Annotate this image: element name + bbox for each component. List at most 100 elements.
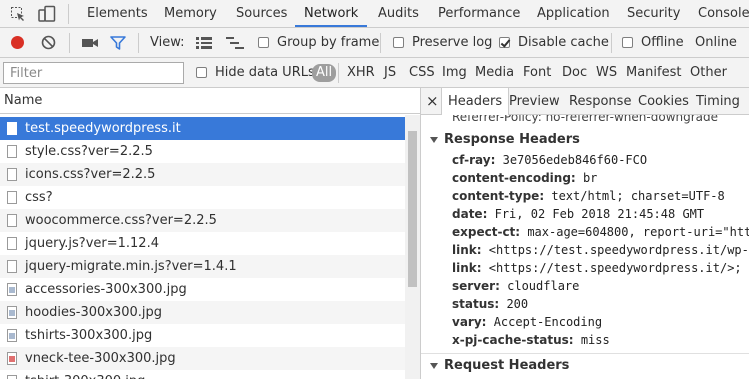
close-details-button[interactable]: × (426, 88, 439, 114)
request-row[interactable]: tshirts-300x300.jpg (0, 324, 405, 347)
type-filter-img[interactable]: Img (439, 64, 470, 82)
request-row[interactable]: icons.css?ver=2.2.5 (0, 163, 405, 186)
header-row: content-encoding: br (452, 170, 597, 186)
request-name: style.css?ver=2.2.5 (25, 144, 153, 159)
waterfall-overview-icon[interactable] (226, 37, 244, 49)
header-key: date: (452, 207, 488, 221)
details-tab-bar: × Headers Preview Response Cookies Timin… (421, 88, 749, 115)
tab-response[interactable]: Response (569, 88, 631, 114)
response-headers-title: Response Headers (444, 132, 580, 147)
tab-preview[interactable]: Preview (509, 88, 560, 114)
request-name: jquery-migrate.min.js?ver=1.4.1 (25, 259, 237, 274)
type-filter-other[interactable]: Other (687, 64, 730, 82)
image-file-icon (7, 306, 17, 319)
tab-memory[interactable]: Memory (164, 0, 217, 27)
header-value: 3e7056edeb846f60-FCO (502, 153, 648, 167)
tab-console[interactable]: Console (698, 0, 749, 27)
header-key: link: (452, 261, 482, 275)
hide-data-urls-label: Hide data URLs (215, 65, 315, 80)
request-name: hoodies-300x300.jpg (25, 305, 163, 320)
tab-elements[interactable]: Elements (87, 0, 148, 27)
request-name: tshirts-300x300.jpg (25, 328, 153, 343)
request-row[interactable]: woocommerce.css?ver=2.2.5 (0, 209, 405, 232)
request-row[interactable]: jquery.js?ver=1.12.4 (0, 232, 405, 255)
header-key: content-type: (452, 189, 545, 203)
request-row[interactable]: accessories-300x300.jpg (0, 278, 405, 301)
request-row[interactable]: style.css?ver=2.2.5 (0, 140, 405, 163)
offline-checkbox[interactable] (622, 37, 633, 48)
type-filter-ws[interactable]: WS (593, 64, 620, 82)
response-headers-section[interactable]: Response Headers (430, 132, 580, 147)
group-by-frame-checkbox[interactable] (258, 37, 269, 48)
type-filter-font[interactable]: Font (520, 64, 554, 82)
filter-bar: Hide data URLs All XHR JS CSS Img Media … (0, 58, 749, 88)
type-filter-manifest[interactable]: Manifest (623, 64, 684, 82)
header-value: br (582, 171, 598, 185)
request-name: icons.css?ver=2.2.5 (25, 167, 156, 182)
filter-icon[interactable] (110, 36, 126, 50)
request-name: accessories-300x300.jpg (25, 282, 187, 297)
type-filter-js[interactable]: JS (381, 64, 399, 82)
network-toolbar: View: Group by frame Preserve log Disabl… (0, 28, 749, 58)
toolbar-divider (338, 63, 339, 83)
preserve-log-label: Preserve log (412, 35, 493, 50)
tab-application[interactable]: Application (537, 0, 610, 27)
device-toolbar-icon[interactable] (38, 5, 56, 23)
name-column-header[interactable]: Name (0, 88, 420, 114)
disable-cache-checkbox[interactable] (499, 37, 510, 48)
request-list-scrollbar-thumb[interactable] (408, 131, 417, 287)
header-key: status: (452, 297, 500, 311)
type-filter-css[interactable]: CSS (406, 64, 438, 82)
tab-cookies[interactable]: Cookies (638, 88, 689, 114)
header-value: Accept-Encoding (493, 315, 603, 329)
tab-headers[interactable]: Headers (441, 88, 510, 115)
screenshot-camera-icon[interactable] (82, 37, 98, 49)
throttling-select[interactable]: Online (695, 35, 737, 51)
request-row[interactable]: jquery-migrate.min.js?ver=1.4.1 (0, 255, 405, 278)
large-rows-icon[interactable] (196, 37, 212, 49)
request-row[interactable]: test.speedywordpress.it (0, 117, 405, 140)
request-headers-section[interactable]: Request Headers (430, 358, 569, 373)
filter-input[interactable] (3, 62, 184, 84)
tab-performance[interactable]: Performance (438, 0, 520, 27)
script-file-icon (7, 237, 17, 250)
image-file-icon (7, 283, 17, 296)
request-name: vneck-tee-300x300.jpg (25, 351, 176, 366)
preserve-log-checkbox[interactable] (393, 37, 404, 48)
tab-security[interactable]: Security (627, 0, 680, 27)
header-value: max-age=604800, report-uri="htt (527, 225, 749, 239)
clear-icon[interactable] (41, 35, 56, 50)
header-value: text/html; charset=UTF-8 (551, 189, 725, 203)
type-filter-all[interactable]: All (312, 64, 337, 82)
type-filter-xhr[interactable]: XHR (344, 64, 378, 82)
disable-cache-label: Disable cache (518, 35, 609, 50)
header-row: x-pj-cache-status: miss (452, 332, 610, 348)
offline-label: Offline (641, 35, 684, 50)
stylesheet-file-icon (7, 145, 17, 158)
record-icon[interactable] (11, 36, 24, 49)
tab-timing[interactable]: Timing (696, 88, 740, 114)
collapse-triangle-icon (430, 362, 438, 369)
inspect-element-icon[interactable] (10, 6, 26, 22)
hide-data-urls-checkbox[interactable] (196, 67, 207, 78)
script-file-icon (7, 260, 17, 273)
tab-sources[interactable]: Sources (236, 0, 287, 27)
request-row[interactable]: tshirt-300x300.jpg (0, 370, 405, 379)
document-file-icon (7, 122, 17, 135)
header-key: cf-ray: (452, 153, 496, 167)
request-row[interactable]: vneck-tee-300x300.jpg (0, 347, 405, 370)
header-row: link: <https://test.speedywordpress.it/>… (452, 260, 742, 276)
request-list-pane: Name test.speedywordpress.it style.css?v… (0, 88, 421, 379)
header-value: cloudflare (507, 279, 580, 293)
tab-audits[interactable]: Audits (378, 0, 419, 27)
request-row[interactable]: hoodies-300x300.jpg (0, 301, 405, 324)
tab-network[interactable]: Network (295, 0, 368, 27)
toolbar-divider (611, 33, 612, 53)
header-row: expect-ct: max-age=604800, report-uri="h… (452, 224, 749, 240)
request-row[interactable]: css?family=Source+Sans+Pro:400,300,300it… (0, 186, 420, 228)
request-headers-title: Request Headers (444, 358, 570, 373)
type-filter-doc[interactable]: Doc (559, 64, 590, 82)
type-filter-media[interactable]: Media (472, 64, 517, 82)
group-by-frame-label: Group by frame (277, 35, 380, 50)
view-label: View: (150, 35, 185, 50)
